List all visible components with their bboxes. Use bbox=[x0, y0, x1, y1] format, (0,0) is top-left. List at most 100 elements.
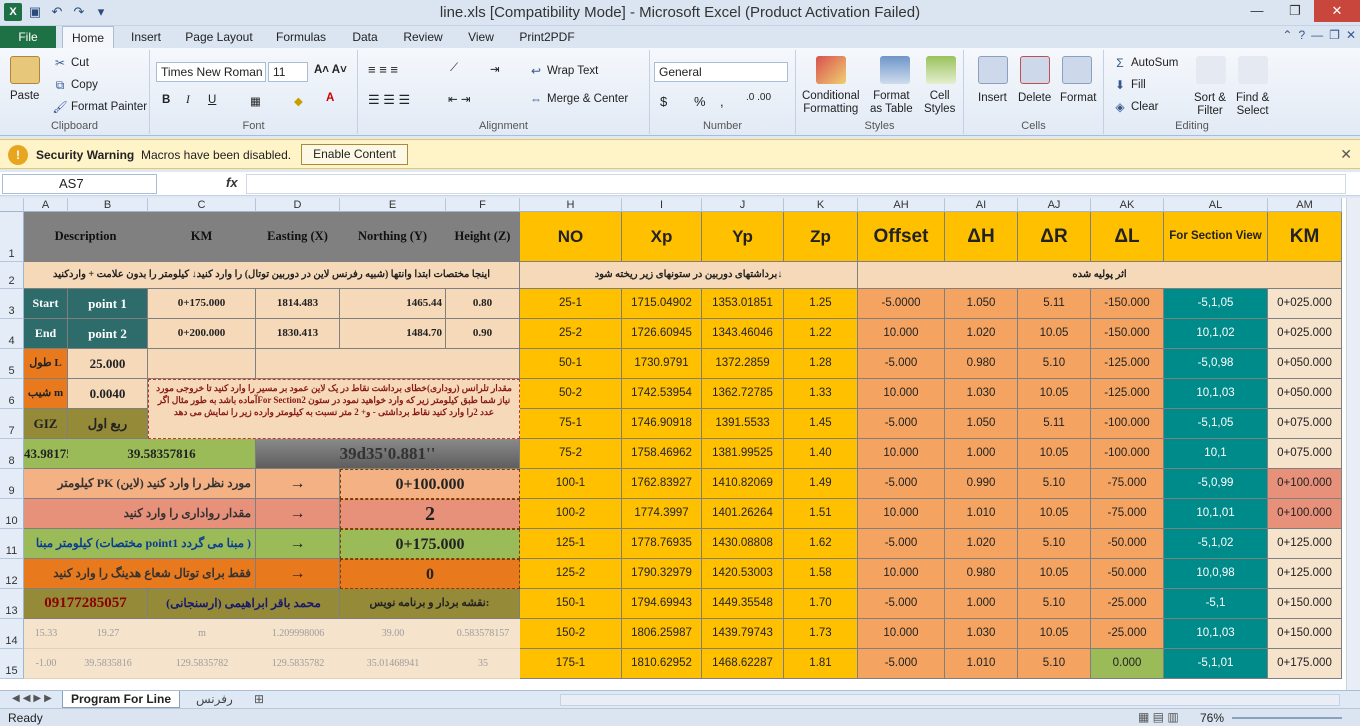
data-cell[interactable]: 10,1 bbox=[1164, 439, 1268, 469]
data-cell[interactable]: 1774.3997 bbox=[622, 499, 702, 529]
data-cell[interactable]: -125.000 bbox=[1091, 379, 1164, 409]
data-cell[interactable]: 10.000 bbox=[858, 559, 945, 589]
zoom-level[interactable]: 76% bbox=[1200, 711, 1224, 725]
comma-button[interactable]: , bbox=[720, 94, 724, 109]
data-cell[interactable]: 10.05 bbox=[1018, 379, 1091, 409]
header-dl[interactable]: ΔL bbox=[1091, 212, 1164, 262]
faded-cell[interactable]: 0.583578157 bbox=[446, 619, 520, 649]
minimize-ribbon-icon[interactable]: ⌃ bbox=[1282, 28, 1292, 42]
data-cell[interactable]: 1.28 bbox=[784, 349, 858, 379]
data-cell[interactable]: 0+050.000 bbox=[1268, 349, 1342, 379]
column-header[interactable]: D bbox=[256, 198, 340, 212]
data-cell[interactable]: 1.25 bbox=[784, 289, 858, 319]
orientation-icon[interactable]: ⟋ bbox=[450, 62, 458, 75]
instruction-left[interactable]: اینجا مختصات ابتدا وانتها (شبیه رفرنس لا… bbox=[24, 262, 520, 289]
row-header[interactable]: 6 bbox=[0, 379, 24, 409]
row-header[interactable]: 11 bbox=[0, 529, 24, 559]
author-name[interactable]: محمد باقر ابراهیمی (ارسنجانی) bbox=[148, 589, 340, 619]
arrow-icon[interactable]: → bbox=[256, 529, 340, 559]
point-easting[interactable]: 1830.413 bbox=[256, 319, 340, 349]
data-cell[interactable]: 75-2 bbox=[520, 439, 622, 469]
column-header[interactable]: C bbox=[148, 198, 256, 212]
header-dh[interactable]: ΔH bbox=[945, 212, 1018, 262]
data-cell[interactable]: -50.000 bbox=[1091, 559, 1164, 589]
data-cell[interactable]: 10,1,01 bbox=[1164, 499, 1268, 529]
data-cell[interactable]: -5,1 bbox=[1164, 589, 1268, 619]
column-header[interactable]: I bbox=[622, 198, 702, 212]
point-name[interactable]: point 1 bbox=[68, 289, 148, 319]
worksheet-grid[interactable]: A B C D E F H I J K AH AI AJ AK AL AM 1 2 3 4 5 6 7 8 9 10 11 12 13 1… bbox=[0, 198, 1346, 690]
data-cell[interactable]: -5,1,05 bbox=[1164, 289, 1268, 319]
data-cell[interactable]: 1372.2859 bbox=[702, 349, 784, 379]
faded-cell[interactable]: 15.33 bbox=[24, 619, 68, 649]
sort-filter-icon[interactable] bbox=[1196, 56, 1226, 84]
data-cell[interactable]: -100.000 bbox=[1091, 409, 1164, 439]
data-cell[interactable]: 1726.60945 bbox=[622, 319, 702, 349]
insert-cells-icon[interactable] bbox=[978, 56, 1008, 84]
data-cell[interactable]: 175-1 bbox=[520, 649, 622, 679]
window-restore-icon[interactable]: ❐ bbox=[1329, 28, 1340, 42]
data-cell[interactable]: 1410.82069 bbox=[702, 469, 784, 499]
sheet-tab-reference[interactable]: رفرنس bbox=[188, 691, 241, 708]
data-cell[interactable]: 50-1 bbox=[520, 349, 622, 379]
faded-cell[interactable]: 19.27 bbox=[68, 619, 148, 649]
data-cell[interactable]: 0.980 bbox=[945, 349, 1018, 379]
format-painter-button[interactable]: 🖌 Format Painter bbox=[52, 100, 147, 114]
input-label[interactable]: کیلومتر مبنا (مختصات point1 مبنا می گردد… bbox=[24, 529, 256, 559]
data-cell[interactable]: 1762.83927 bbox=[622, 469, 702, 499]
point-height[interactable]: 0.90 bbox=[446, 319, 520, 349]
author-label[interactable]: نقشه بردار و برنامه نویس: bbox=[340, 589, 520, 619]
data-cell[interactable]: -5,0,98 bbox=[1164, 349, 1268, 379]
data-cell[interactable]: 10,1,03 bbox=[1164, 619, 1268, 649]
header-offset[interactable]: Offset bbox=[858, 212, 945, 262]
header-dr[interactable]: ΔR bbox=[1018, 212, 1091, 262]
column-header[interactable]: AI bbox=[945, 198, 1018, 212]
insert-sheet-icon[interactable]: ⊞ bbox=[246, 691, 272, 708]
header-km2[interactable]: KM bbox=[1268, 212, 1342, 262]
data-cell[interactable]: 1.58 bbox=[784, 559, 858, 589]
data-cell[interactable]: 1.45 bbox=[784, 409, 858, 439]
align-top-icon[interactable]: ≡ ≡ ≡ bbox=[368, 62, 398, 77]
data-cell[interactable]: 1362.72785 bbox=[702, 379, 784, 409]
data-cell[interactable]: 1.000 bbox=[945, 439, 1018, 469]
column-header[interactable]: K bbox=[784, 198, 858, 212]
input-label[interactable]: کیلومتر PK (لاین) مورد نظر را وارد کنید bbox=[24, 469, 256, 499]
input-value[interactable]: 0+100.000 bbox=[340, 469, 520, 499]
data-cell[interactable]: 1430.08808 bbox=[702, 529, 784, 559]
point-northing[interactable]: 1465.44 bbox=[340, 289, 446, 319]
copy-button[interactable]: ⧉ Copy bbox=[52, 78, 98, 92]
cell-styles-icon[interactable] bbox=[926, 56, 956, 84]
data-cell[interactable]: -5,1,01 bbox=[1164, 649, 1268, 679]
data-cell[interactable]: 0+075.000 bbox=[1268, 409, 1342, 439]
data-cell[interactable]: 0.990 bbox=[945, 469, 1018, 499]
header-northing[interactable]: Northing (Y) bbox=[340, 212, 446, 262]
paste-icon[interactable] bbox=[10, 56, 40, 84]
angle-dms[interactable]: 39d35'0.881'' bbox=[256, 439, 520, 469]
percent-button[interactable]: % bbox=[694, 94, 706, 109]
tab-print2pdf[interactable]: Print2PDF bbox=[512, 26, 582, 48]
sort-filter-button[interactable]: Sort & Filter bbox=[1194, 92, 1226, 118]
help-icon[interactable]: ? bbox=[1298, 28, 1305, 42]
data-cell[interactable]: -5.000 bbox=[858, 409, 945, 439]
data-cell[interactable]: 10.000 bbox=[858, 439, 945, 469]
tab-file[interactable]: File bbox=[0, 26, 56, 48]
faded-cell[interactable]: 35.01468941 bbox=[340, 649, 446, 679]
point-km[interactable]: 0+200.000 bbox=[148, 319, 256, 349]
length-label[interactable]: طول L bbox=[24, 349, 68, 379]
data-cell[interactable]: 1.73 bbox=[784, 619, 858, 649]
data-cell[interactable]: -25.000 bbox=[1091, 619, 1164, 649]
column-header[interactable]: J bbox=[702, 198, 784, 212]
data-cell[interactable]: 1.050 bbox=[945, 289, 1018, 319]
data-cell[interactable]: 0+125.000 bbox=[1268, 559, 1342, 589]
input-label[interactable]: مقدار رواداری را وارد کنید bbox=[24, 499, 256, 529]
data-cell[interactable]: 0+150.000 bbox=[1268, 619, 1342, 649]
data-cell[interactable]: -75.000 bbox=[1091, 469, 1164, 499]
data-cell[interactable]: 0+125.000 bbox=[1268, 529, 1342, 559]
slope-value[interactable]: 0.0040 bbox=[68, 379, 148, 409]
slope-label[interactable]: شیب m bbox=[24, 379, 68, 409]
data-cell[interactable]: 10,1,03 bbox=[1164, 379, 1268, 409]
data-cell[interactable]: 10,0,98 bbox=[1164, 559, 1268, 589]
input-value[interactable]: 0 bbox=[340, 559, 520, 589]
data-cell[interactable]: 1790.32979 bbox=[622, 559, 702, 589]
data-cell[interactable]: 1742.53954 bbox=[622, 379, 702, 409]
